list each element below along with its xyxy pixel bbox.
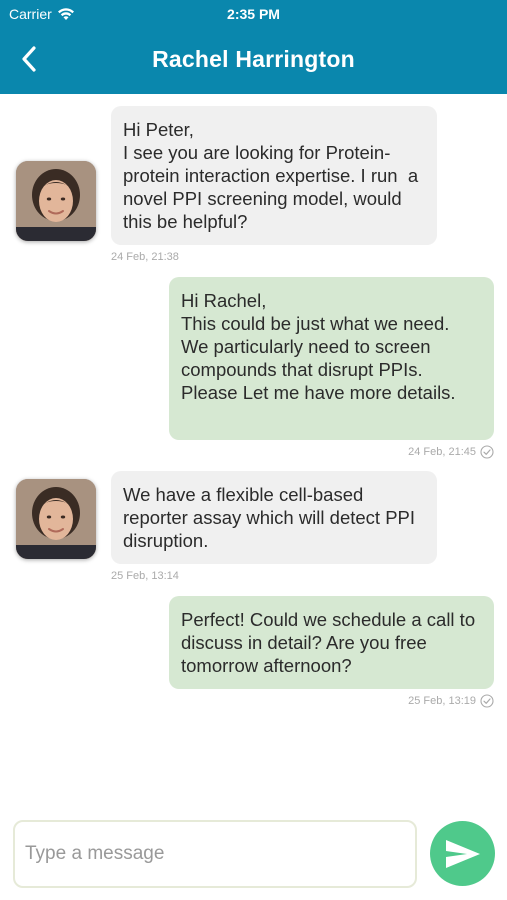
timestamp-label: 25 Feb, 13:19 — [408, 695, 476, 707]
send-icon — [445, 839, 480, 868]
outgoing-message-bubble[interactable]: Hi Rachel, This could be just what we ne… — [169, 277, 494, 440]
status-bar: Carrier 2:35 PM — [0, 0, 507, 28]
message-timestamp: 25 Feb, 13:14 — [111, 570, 179, 582]
message-timestamp: 24 Feb, 21:45 — [408, 445, 494, 459]
timestamp-label: 25 Feb, 13:14 — [111, 570, 179, 582]
message-list[interactable]: Hi Peter, I see you are looking for Prot… — [0, 94, 507, 806]
send-button[interactable] — [430, 821, 495, 886]
contact-avatar[interactable] — [16, 161, 96, 241]
message-timestamp: 24 Feb, 21:38 — [111, 251, 179, 263]
contact-name-title: Rachel Harrington — [152, 46, 355, 72]
incoming-message-bubble[interactable]: We have a flexible cell-based reporter a… — [111, 471, 437, 564]
timestamp-label: 24 Feb, 21:38 — [111, 251, 179, 263]
contact-avatar[interactable] — [16, 479, 96, 559]
incoming-message-bubble[interactable]: Hi Peter, I see you are looking for Prot… — [111, 106, 437, 245]
message-timestamp: 25 Feb, 13:19 — [408, 694, 494, 708]
outgoing-message-bubble[interactable]: Perfect! Could we schedule a call to dis… — [169, 596, 494, 689]
message-composer — [0, 806, 507, 900]
status-time: 2:35 PM — [227, 6, 280, 22]
nav-bar: Rachel Harrington — [0, 32, 507, 88]
read-receipt-icon — [480, 694, 494, 708]
read-receipt-icon — [480, 445, 494, 459]
app-header: Carrier 2:35 PM Rachel Harrington — [0, 0, 507, 94]
message-input[interactable] — [13, 820, 417, 888]
timestamp-label: 24 Feb, 21:45 — [408, 446, 476, 458]
